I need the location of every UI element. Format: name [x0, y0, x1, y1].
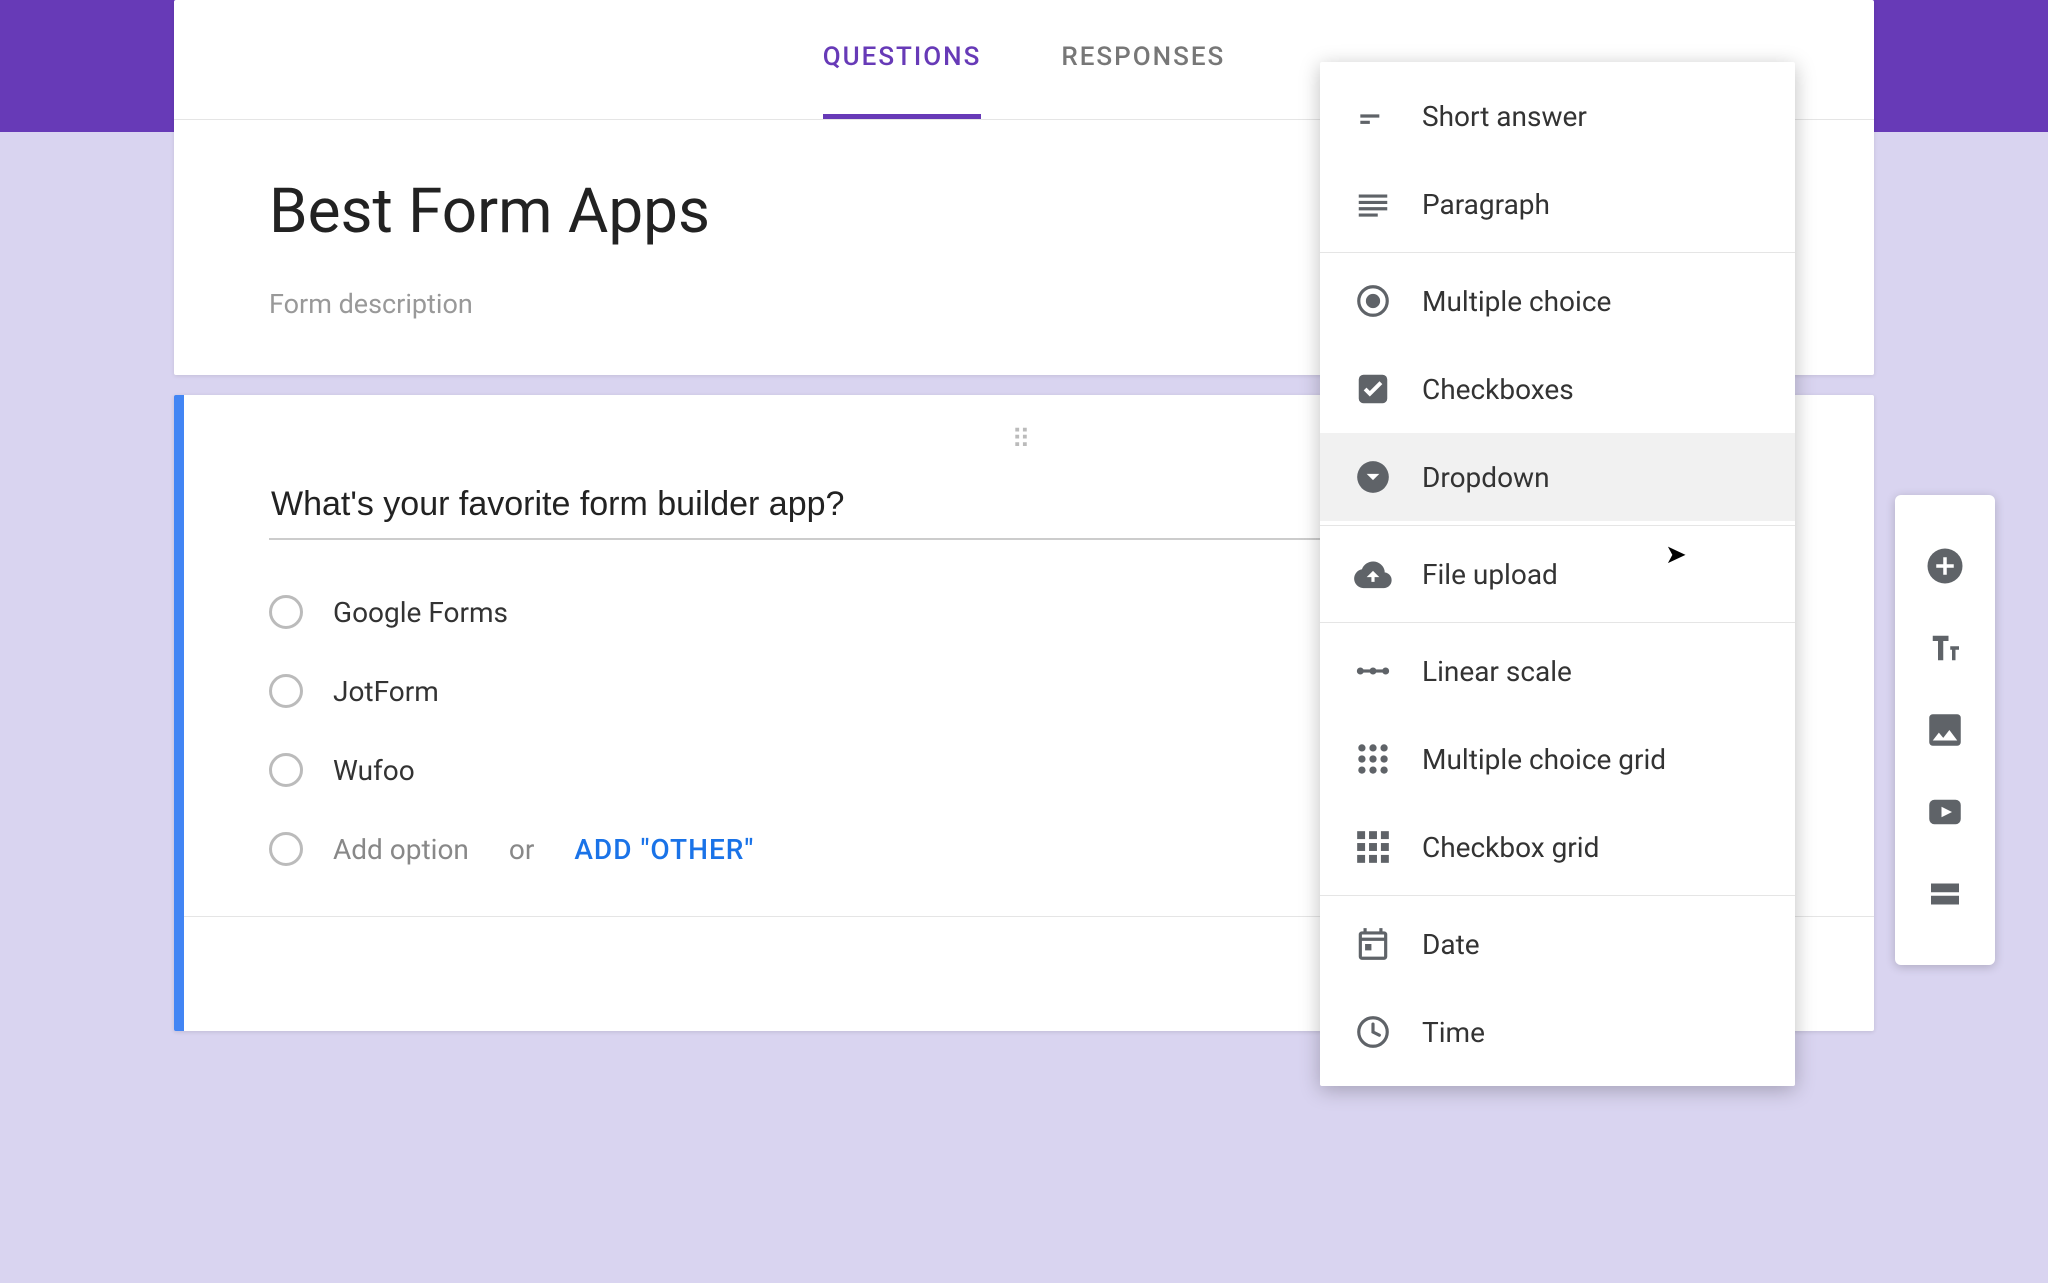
- menu-label: File upload: [1422, 558, 1558, 591]
- menu-item-checkboxes[interactable]: Checkboxes: [1320, 345, 1795, 433]
- menu-label: Multiple choice: [1422, 285, 1611, 318]
- menu-label: Multiple choice grid: [1422, 743, 1666, 776]
- menu-label: Checkboxes: [1422, 373, 1574, 406]
- radio-icon: [269, 595, 303, 629]
- menu-item-file-upload[interactable]: File upload: [1320, 530, 1795, 618]
- tab-questions[interactable]: QUESTIONS: [823, 0, 982, 119]
- radio-icon: [269, 753, 303, 787]
- add-video-button[interactable]: [1924, 791, 1966, 833]
- menu-separator: [1320, 895, 1795, 896]
- or-label: or: [509, 833, 534, 866]
- dropdown-icon: [1354, 458, 1392, 496]
- add-question-button[interactable]: [1924, 545, 1966, 587]
- menu-label: Time: [1422, 1016, 1485, 1049]
- menu-label: Paragraph: [1422, 188, 1550, 221]
- clock-icon: [1354, 1013, 1392, 1051]
- menu-item-multiple-choice[interactable]: Multiple choice: [1320, 257, 1795, 345]
- menu-separator: [1320, 525, 1795, 526]
- menu-item-time[interactable]: Time: [1320, 988, 1795, 1076]
- add-option-button[interactable]: Add option: [333, 833, 469, 866]
- radio-icon: [269, 674, 303, 708]
- short-answer-icon: [1354, 97, 1392, 135]
- menu-item-linear-scale[interactable]: Linear scale: [1320, 627, 1795, 715]
- calendar-icon: [1354, 925, 1392, 963]
- linear-scale-icon: [1354, 652, 1392, 690]
- radio-icon: [269, 832, 303, 866]
- add-title-button[interactable]: [1924, 627, 1966, 669]
- menu-label: Short answer: [1422, 100, 1587, 133]
- add-image-button[interactable]: [1924, 709, 1966, 751]
- menu-label: Linear scale: [1422, 655, 1572, 688]
- menu-label: Date: [1422, 928, 1480, 961]
- square-grid-icon: [1354, 828, 1392, 866]
- dot-grid-icon: [1354, 740, 1392, 778]
- add-section-button[interactable]: [1924, 873, 1966, 915]
- paragraph-icon: [1354, 185, 1392, 223]
- radio-icon: [1354, 282, 1392, 320]
- tab-responses[interactable]: RESPONSES: [1061, 0, 1225, 119]
- side-toolbar: [1895, 495, 1995, 965]
- menu-label: Dropdown: [1422, 461, 1550, 494]
- menu-separator: [1320, 622, 1795, 623]
- add-other-button[interactable]: ADD "OTHER": [574, 833, 754, 866]
- menu-item-multiple-choice-grid[interactable]: Multiple choice grid: [1320, 715, 1795, 803]
- menu-item-short-answer[interactable]: Short answer: [1320, 72, 1795, 160]
- checkbox-icon: [1354, 370, 1392, 408]
- menu-label: Checkbox grid: [1422, 831, 1599, 864]
- option-label[interactable]: Wufoo: [333, 754, 415, 787]
- question-type-menu: Short answer Paragraph Multiple choice C…: [1320, 62, 1795, 1086]
- menu-item-dropdown[interactable]: Dropdown: [1320, 433, 1795, 521]
- menu-item-checkbox-grid[interactable]: Checkbox grid: [1320, 803, 1795, 891]
- cloud-upload-icon: [1354, 555, 1392, 593]
- menu-separator: [1320, 252, 1795, 253]
- option-label[interactable]: JotForm: [333, 675, 439, 708]
- menu-item-paragraph[interactable]: Paragraph: [1320, 160, 1795, 248]
- option-label[interactable]: Google Forms: [333, 596, 508, 629]
- menu-item-date[interactable]: Date: [1320, 900, 1795, 988]
